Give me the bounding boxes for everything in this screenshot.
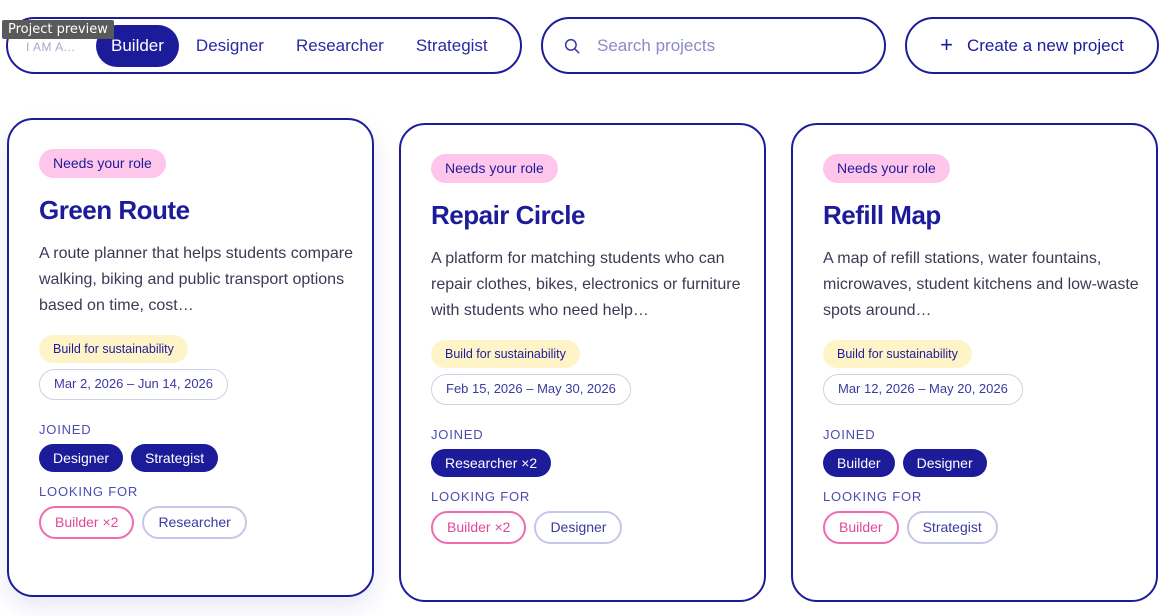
status-badge: Needs your role bbox=[823, 154, 950, 183]
theme-badge: Build for sustainability bbox=[39, 335, 188, 363]
search-input[interactable] bbox=[597, 35, 857, 56]
joined-tag: Researcher ×2 bbox=[431, 449, 552, 477]
project-card-refill-map[interactable]: Needs your role Refill Map A map of refi… bbox=[791, 123, 1158, 602]
create-project-label: Create a new project bbox=[966, 35, 1124, 55]
role-filter-designer[interactable]: Designer bbox=[181, 25, 279, 67]
role-filter-prefix: I AM A... bbox=[26, 39, 76, 54]
joined-tag: Strategist bbox=[131, 444, 219, 472]
search-bar[interactable] bbox=[541, 17, 886, 74]
project-title: Green Route bbox=[39, 195, 190, 225]
joined-label: JOINED bbox=[823, 427, 876, 442]
looking-for-tags: Builder Strategist bbox=[823, 511, 1126, 544]
date-range: Mar 2, 2026 – Jun 14, 2026 bbox=[39, 369, 229, 400]
project-description: A platform for matching students who can… bbox=[431, 250, 741, 319]
role-filter-researcher[interactable]: Researcher bbox=[281, 25, 399, 67]
looking-for-tag[interactable]: Builder ×2 bbox=[39, 506, 135, 539]
looking-for-tag[interactable]: Builder bbox=[823, 511, 899, 544]
theme-badge: Build for sustainability bbox=[431, 340, 580, 368]
looking-for-label: LOOKING FOR bbox=[823, 489, 923, 504]
role-filter-strategist[interactable]: Strategist bbox=[401, 25, 503, 67]
joined-tags: Designer Strategist bbox=[39, 444, 342, 472]
date-range: Feb 15, 2026 – May 30, 2026 bbox=[431, 374, 631, 405]
looking-for-tag[interactable]: Designer bbox=[534, 511, 623, 544]
project-preview-tooltip: Project preview bbox=[2, 20, 114, 39]
looking-for-label: LOOKING FOR bbox=[431, 489, 531, 504]
status-badge: Needs your role bbox=[39, 149, 166, 178]
project-description: A route planner that helps students comp… bbox=[39, 245, 353, 314]
looking-for-tag[interactable]: Researcher bbox=[142, 506, 247, 539]
joined-tag: Builder bbox=[823, 449, 895, 477]
joined-label: JOINED bbox=[431, 427, 484, 442]
search-icon bbox=[564, 38, 580, 53]
project-card-repair-circle[interactable]: Needs your role Repair Circle A platform… bbox=[399, 123, 766, 602]
status-badge: Needs your role bbox=[431, 154, 558, 183]
joined-label: JOINED bbox=[39, 422, 92, 437]
looking-for-tag[interactable]: Strategist bbox=[906, 511, 998, 544]
looking-for-label: LOOKING FOR bbox=[39, 484, 139, 499]
create-project-button[interactable]: + Create a new project bbox=[905, 17, 1159, 74]
joined-tags: Builder Designer bbox=[823, 449, 1126, 477]
looking-for-tag[interactable]: Builder ×2 bbox=[431, 511, 527, 544]
theme-badge: Build for sustainability bbox=[823, 340, 972, 368]
project-description: A map of refill stations, water fountain… bbox=[823, 250, 1139, 319]
project-card-green-route[interactable]: Needs your role Green Route A route plan… bbox=[7, 118, 374, 597]
looking-for-tags: Builder ×2 Designer bbox=[431, 511, 734, 544]
project-title: Repair Circle bbox=[431, 200, 585, 230]
date-range: Mar 12, 2026 – May 20, 2026 bbox=[823, 374, 1023, 405]
project-title: Refill Map bbox=[823, 200, 941, 230]
looking-for-tags: Builder ×2 Researcher bbox=[39, 506, 342, 539]
plus-icon: + bbox=[940, 31, 953, 57]
joined-tag: Designer bbox=[902, 449, 987, 477]
joined-tags: Researcher ×2 bbox=[431, 449, 734, 477]
joined-tag: Designer bbox=[39, 444, 124, 472]
